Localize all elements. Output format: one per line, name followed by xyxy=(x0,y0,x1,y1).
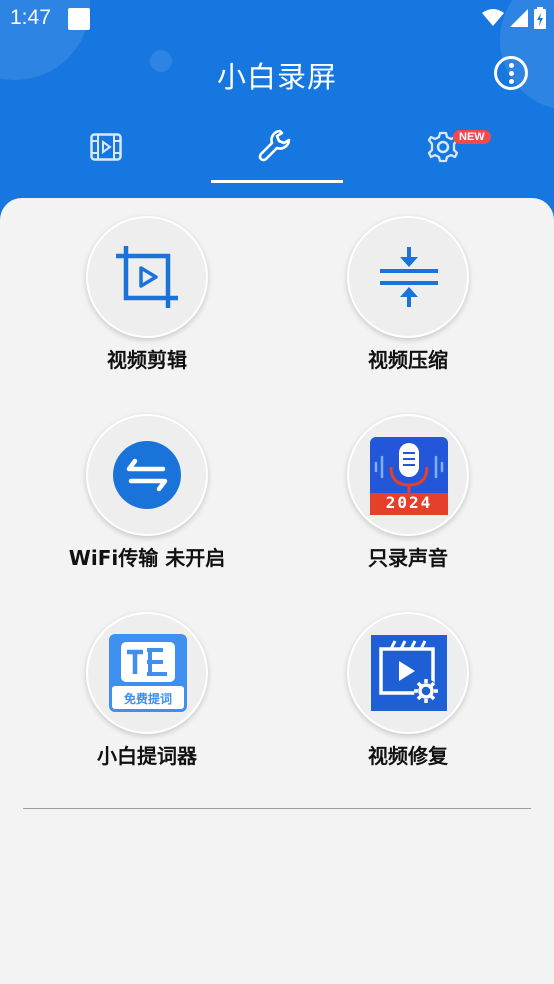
tool-audio-only[interactable]: 2024 只录声音 xyxy=(277,414,539,584)
tool-icon-circle: 2024 xyxy=(347,414,469,536)
tab-settings[interactable] xyxy=(400,120,490,180)
app-header: 1:47 小白录屏 NEW xyxy=(0,0,554,230)
video-crop-icon xyxy=(116,246,178,308)
new-badge: NEW xyxy=(453,130,491,144)
transfer-arrows-icon xyxy=(113,441,181,509)
tool-video-repair[interactable]: 视频修复 xyxy=(277,612,539,782)
tool-label: WiFi传输 未开启 xyxy=(68,546,226,570)
tool-wifi-transfer[interactable]: WiFi传输 未开启 xyxy=(16,414,278,584)
system-icons xyxy=(482,6,546,30)
tool-video-edit[interactable]: 视频剪辑 xyxy=(16,216,278,386)
tab-tools[interactable] xyxy=(232,120,322,180)
more-menu-button[interactable] xyxy=(494,56,528,90)
tool-label: 视频压缩 xyxy=(368,348,448,372)
tab-videos[interactable] xyxy=(60,120,150,180)
tool-icon-circle xyxy=(347,216,469,338)
tab-selected-indicator xyxy=(211,180,343,183)
video-repair-icon xyxy=(371,635,447,711)
tool-icon-circle: 免费提词 xyxy=(86,612,208,734)
tool-label: 小白提词器 xyxy=(97,744,197,768)
tool-icon-circle xyxy=(86,414,208,536)
film-icon xyxy=(90,133,122,161)
wifi-icon xyxy=(482,9,504,26)
signal-icon xyxy=(510,9,528,27)
tool-icon-circle xyxy=(347,612,469,734)
compress-icon xyxy=(380,247,438,307)
tool-label: 视频修复 xyxy=(368,744,448,768)
app-title: 小白录屏 xyxy=(216,60,337,94)
status-bar: 1:47 xyxy=(0,0,554,36)
icon-caption-text: 免费提词 xyxy=(123,692,172,706)
divider xyxy=(23,808,531,809)
icon-year-text: 2024 xyxy=(385,493,433,512)
notification-icon xyxy=(68,8,90,30)
tool-video-compress[interactable]: 视频压缩 xyxy=(277,216,539,386)
battery-icon xyxy=(534,7,546,29)
tool-label: 视频剪辑 xyxy=(107,348,187,372)
wrench-icon xyxy=(258,129,291,162)
tool-label: 只录声音 xyxy=(368,546,448,570)
tool-teleprompter[interactable]: 免费提词 小白提词器 xyxy=(16,612,278,782)
tool-icon-circle xyxy=(86,216,208,338)
tools-panel: 视频剪辑 视频压缩 WiFi传输 未开启 2024 只录声音 免费提词 小白提词… xyxy=(0,198,554,984)
status-time: 1:47 xyxy=(10,6,51,29)
